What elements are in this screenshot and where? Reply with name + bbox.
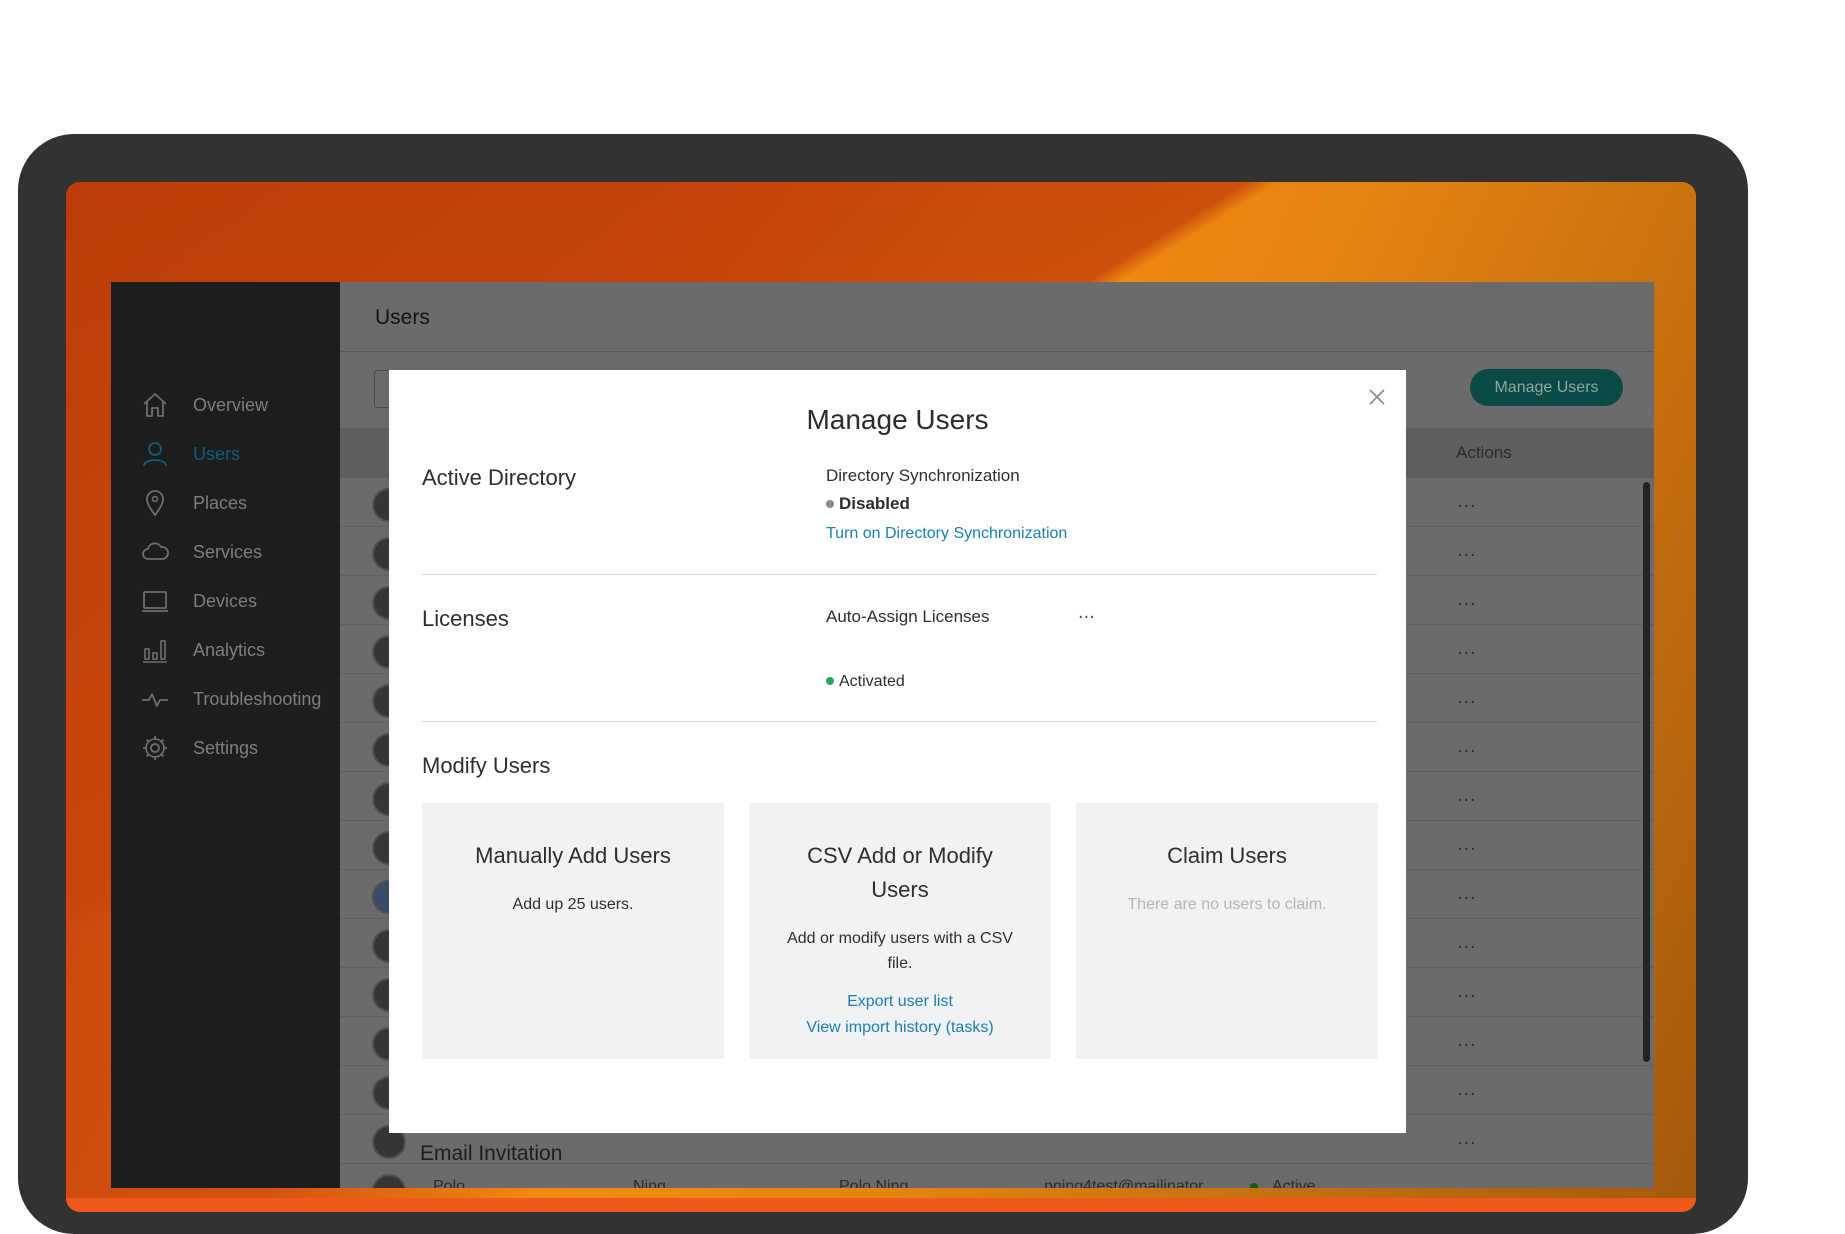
turn-on-directory-sync-link[interactable]: Turn on Directory Synchronization: [826, 525, 1067, 543]
sidebar-item-label: Settings: [193, 737, 259, 758]
card-description: Add up 25 users.: [512, 896, 634, 913]
row-actions-button[interactable]: ...: [1457, 784, 1477, 807]
table-row[interactable]: Polo Ning Polo Ning pning4test@mailinato…: [340, 1164, 1654, 1188]
sidebar-item-label: Analytics: [193, 639, 266, 660]
divider: [422, 574, 1377, 575]
row-actions-button[interactable]: ...: [1457, 539, 1477, 562]
sidebar: Overview Users Places Services Devices A…: [111, 282, 340, 1188]
sidebar-item-label: Troubleshooting: [193, 688, 322, 709]
row-actions-button[interactable]: ...: [1457, 1078, 1477, 1101]
disabled-dot-icon: [826, 499, 834, 508]
display-name-cell: Polo Ning: [839, 1178, 909, 1188]
row-actions-button[interactable]: ...: [1457, 1127, 1477, 1150]
sidebar-item-places[interactable]: Places: [139, 483, 339, 523]
sidebar-item-overview[interactable]: Overview: [139, 385, 339, 425]
modify-users-label: Modify Users: [422, 753, 551, 778]
row-actions-button[interactable]: ...: [1457, 833, 1477, 856]
manage-users-button[interactable]: Manage Users: [1470, 369, 1623, 406]
auto-assign-licenses-label: Auto-Assign Licenses: [826, 607, 990, 626]
last-name-cell: Ning: [633, 1178, 666, 1188]
directory-sync-status-text: Disabled: [839, 494, 910, 513]
status-dot-icon: [1250, 1182, 1258, 1188]
monitor-icon: [139, 585, 171, 617]
view-import-history-link[interactable]: View import history (tasks): [749, 1019, 1051, 1037]
sidebar-item-users[interactable]: Users: [139, 434, 339, 474]
pulse-icon: [139, 683, 171, 715]
sidebar-item-devices[interactable]: Devices: [139, 581, 339, 621]
wallpaper-bottom-strip: [66, 1198, 1696, 1212]
row-actions-button[interactable]: ...: [1457, 686, 1477, 709]
row-actions-button[interactable]: ...: [1457, 588, 1477, 611]
manually-add-users-card[interactable]: Manually Add Users Add up 25 users.: [422, 803, 724, 1059]
directory-sync-label: Directory Synchronization: [826, 466, 1020, 485]
status-cell: Active: [1250, 1178, 1316, 1188]
row-actions-button[interactable]: ...: [1457, 1029, 1477, 1052]
sidebar-item-label: Places: [193, 492, 248, 513]
cloud-icon: [139, 536, 171, 568]
row-actions-button[interactable]: ...: [1457, 735, 1477, 758]
scrollbar-thumb[interactable]: [1643, 482, 1650, 1062]
sidebar-item-settings[interactable]: Settings: [139, 728, 339, 768]
home-icon: [139, 389, 171, 421]
sidebar-item-services[interactable]: Services: [139, 532, 339, 572]
avatar: [372, 1174, 406, 1188]
licenses-label: Licenses: [422, 606, 509, 631]
sidebar-item-label: Users: [193, 443, 241, 464]
page-header: Users: [340, 282, 1654, 352]
row-actions-button[interactable]: ...: [1457, 931, 1477, 954]
card-title: Claim Users: [1167, 843, 1287, 868]
claim-users-card[interactable]: Claim Users There are no users to claim.: [1076, 803, 1378, 1059]
row-actions-button[interactable]: ...: [1457, 637, 1477, 660]
licenses-more-button[interactable]: ...: [1078, 601, 1095, 624]
page-title: Users: [375, 306, 430, 329]
license-status-text: Activated: [839, 673, 905, 690]
csv-add-modify-users-card[interactable]: CSV Add or Modify Users Add or modify us…: [749, 803, 1051, 1059]
email-invitation-label: Email Invitation: [420, 1142, 563, 1165]
manage-users-modal: Manage Users Active Directory Directory …: [389, 370, 1406, 1133]
row-actions-button[interactable]: ...: [1457, 980, 1477, 1003]
active-dot-icon: [826, 676, 834, 685]
active-directory-label: Active Directory: [422, 465, 577, 490]
actions-column-header: Actions: [1456, 443, 1512, 462]
card-title: Manually Add Users: [475, 843, 671, 868]
sidebar-item-label: Overview: [193, 394, 269, 415]
export-user-list-link[interactable]: Export user list: [749, 993, 1051, 1011]
card-description: There are no users to claim.: [1127, 896, 1327, 913]
sidebar-item-label: Devices: [193, 590, 258, 611]
location-pin-icon: [139, 487, 171, 519]
sidebar-item-label: Services: [193, 541, 263, 562]
sidebar-item-troubleshooting[interactable]: Troubleshooting: [139, 679, 339, 719]
email-cell: pning4test@mailinator...: [1044, 1178, 1216, 1188]
bar-chart-icon: [139, 634, 171, 666]
modal-title: Manage Users: [806, 404, 989, 435]
first-name-cell: Polo: [433, 1178, 466, 1188]
gear-icon: [139, 732, 171, 764]
row-actions-button[interactable]: ...: [1457, 490, 1477, 513]
row-actions-button[interactable]: ...: [1457, 882, 1477, 905]
divider: [422, 721, 1377, 722]
card-description: Add or modify users with a CSV file.: [787, 930, 1013, 972]
card-title: CSV Add or Modify Users: [807, 843, 993, 902]
directory-sync-status: Disabled: [826, 494, 910, 514]
license-status: Activated: [826, 673, 905, 691]
user-icon: [139, 438, 171, 470]
sidebar-item-analytics[interactable]: Analytics: [139, 630, 339, 670]
status-label: Active: [1272, 1178, 1316, 1188]
row-actions-button[interactable]: ...: [1457, 1176, 1477, 1188]
